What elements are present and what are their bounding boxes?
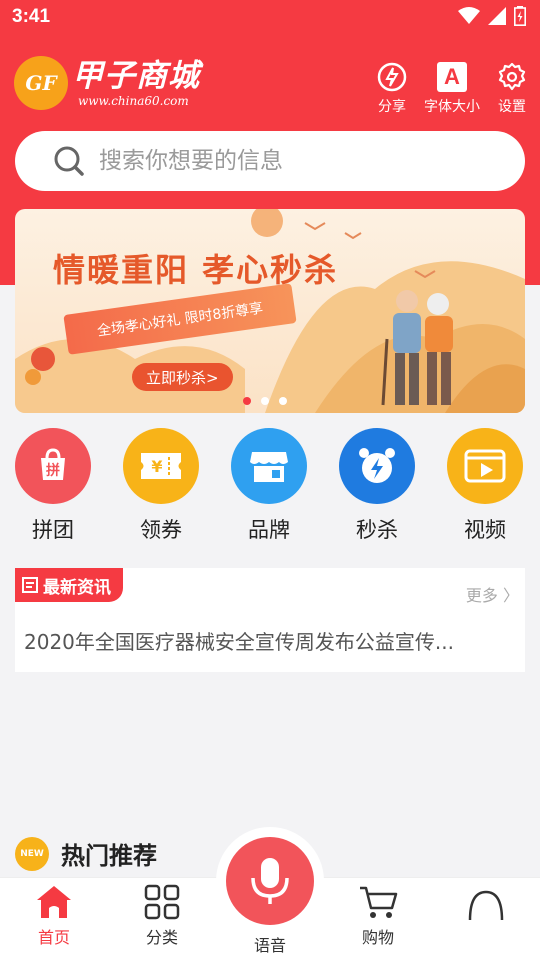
coupon-icon: ¥	[123, 428, 199, 504]
news-headline[interactable]: 2020年全国医疗器械安全宣传周发布公益宣传...	[24, 626, 454, 655]
status-bar: 3:41	[0, 0, 540, 36]
status-time: 3:41	[12, 6, 51, 27]
settings-label: 设置	[498, 99, 526, 115]
tab-cart[interactable]: 购物	[338, 884, 418, 948]
font-size-label: 字体大小	[424, 99, 480, 115]
battery-icon	[514, 6, 526, 26]
carousel-dot[interactable]	[279, 397, 287, 405]
voice-button[interactable]	[216, 827, 324, 935]
flash-sale-clock-icon	[339, 428, 415, 504]
tab-label: 分类	[145, 928, 178, 947]
gear-icon	[498, 62, 526, 91]
news-tag: 最新资讯	[15, 568, 123, 602]
carousel-dot[interactable]	[243, 397, 251, 405]
category-flash-sale[interactable]: 秒杀	[332, 428, 422, 544]
tab-profile[interactable]	[446, 884, 526, 924]
category-label: 品牌	[248, 518, 290, 542]
brand-store-icon	[231, 428, 307, 504]
category-group-buy[interactable]: 拼 拼团	[8, 428, 98, 544]
category-coupon[interactable]: ¥ 领券	[116, 428, 206, 544]
voice-label: 语音	[253, 936, 286, 955]
news-tag-label: 最新资讯	[43, 577, 111, 598]
home-icon	[37, 886, 71, 918]
hot-recommend-section: NEW 热门推荐	[15, 836, 157, 871]
category-label: 视频	[464, 518, 506, 542]
logo-badge: GF	[14, 56, 68, 110]
carousel-dots	[243, 397, 287, 405]
category-brand[interactable]: 品牌	[224, 428, 314, 544]
group-buy-icon: 拼	[15, 428, 91, 504]
carousel-dot[interactable]	[261, 397, 269, 405]
group-buy-glyph: 拼	[46, 462, 60, 479]
category-video[interactable]: 视频	[440, 428, 530, 544]
news-card[interactable]: 最新资讯 更多 〉 2020年全国医疗器械安全宣传周发布公益宣传...	[15, 568, 525, 672]
category-label: 领券	[140, 518, 182, 542]
news-doc-icon	[22, 577, 38, 593]
search-bar[interactable]	[15, 131, 525, 191]
tab-label: 购物	[361, 928, 394, 947]
wifi-icon	[458, 7, 480, 24]
header-actions: 分享 A 字体大小 设置	[360, 60, 530, 116]
category-row: 拼 拼团 ¥ 领券 品牌 秒杀 视频	[0, 428, 540, 548]
grid-icon	[144, 884, 180, 920]
share-icon	[377, 62, 407, 92]
tab-category[interactable]: 分类	[122, 884, 202, 948]
hot-recommend-title: 热门推荐	[61, 842, 157, 870]
profile-icon	[468, 890, 504, 920]
tab-home[interactable]: 首页	[14, 884, 94, 948]
voice-button-circle[interactable]	[226, 837, 314, 925]
coupon-glyph: ¥	[151, 457, 162, 476]
news-more-link[interactable]: 更多 〉	[466, 582, 519, 606]
tab-label: 首页	[37, 928, 70, 947]
font-size-icon: A	[437, 62, 467, 92]
banner-seckill-button[interactable]: 立即秒杀>	[132, 363, 233, 391]
settings-button[interactable]: 设置	[494, 60, 530, 116]
font-size-button[interactable]: A 字体大小	[424, 60, 480, 116]
signal-icon	[488, 7, 506, 25]
cart-icon	[360, 886, 398, 918]
search-icon	[54, 146, 84, 176]
logo-url: www.china60.com	[78, 94, 189, 108]
share-button[interactable]: 分享	[374, 60, 410, 116]
share-label: 分享	[378, 99, 406, 115]
logo-name: 甲子商城	[72, 58, 200, 94]
banner-title: 情暖重阳 孝心秒杀	[53, 251, 339, 289]
status-icons	[458, 6, 526, 26]
microphone-icon	[251, 858, 289, 904]
new-badge-icon: NEW	[15, 836, 49, 871]
app-logo: GF 甲子商城 www.china60.com	[14, 56, 200, 110]
category-label: 拼团	[32, 518, 74, 542]
search-input[interactable]	[99, 148, 499, 174]
category-label: 秒杀	[356, 518, 398, 542]
promo-banner[interactable]: 情暖重阳 孝心秒杀 全场孝心好礼 限时8折尊享 立即秒杀>	[15, 209, 525, 413]
video-icon	[447, 428, 523, 504]
